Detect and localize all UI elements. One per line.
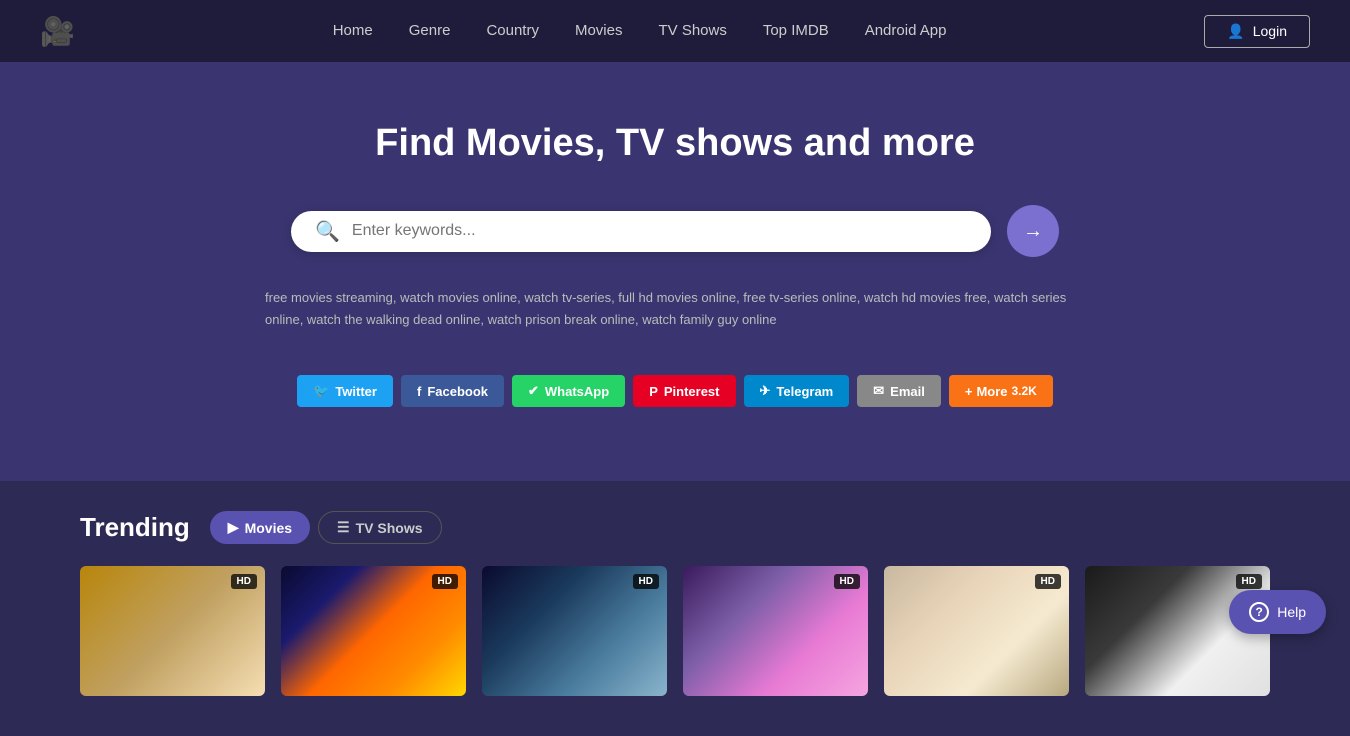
facebook-button[interactable]: f Facebook xyxy=(401,375,504,407)
pinterest-icon: P xyxy=(649,384,658,399)
help-button[interactable]: ? Help xyxy=(1229,590,1326,634)
hero-title: Find Movies, TV shows and more xyxy=(20,122,1330,165)
movie-card[interactable]: HD xyxy=(482,566,667,696)
logo-icon: 🎥 xyxy=(40,15,75,48)
social-bar: 🐦 Twitter f Facebook ✔ WhatsApp P Pinter… xyxy=(20,359,1330,431)
search-bar-wrap: 🔍 → xyxy=(20,205,1330,257)
arrow-right-icon: → xyxy=(1023,220,1043,243)
more-label: More xyxy=(976,384,1007,399)
nav-home[interactable]: Home xyxy=(333,22,373,39)
nav-genre[interactable]: Genre xyxy=(409,22,451,39)
search-bar: 🔍 xyxy=(291,211,991,252)
movie-card[interactable]: HD xyxy=(281,566,466,696)
play-icon: ▶ xyxy=(228,519,239,536)
more-icon: + xyxy=(965,384,973,399)
movie-card[interactable]: HD xyxy=(80,566,265,696)
trending-tabs: ▶ Movies ☰ TV Shows xyxy=(210,511,442,544)
tab-tvshows[interactable]: ☰ TV Shows xyxy=(318,511,441,544)
keywords-text: free movies streaming, watch movies onli… xyxy=(225,287,1125,331)
whatsapp-label: WhatsApp xyxy=(545,384,609,399)
navbar: 🎥 Home Genre Country Movies TV Shows Top… xyxy=(0,0,1350,62)
more-button[interactable]: + More 3.2K xyxy=(949,375,1053,407)
login-button[interactable]: 👤 Login xyxy=(1204,15,1310,48)
main-content: Trending ▶ Movies ☰ TV Shows HD HD HD xyxy=(0,481,1350,736)
nav-tvshows[interactable]: TV Shows xyxy=(658,22,726,39)
tab-movies-label: Movies xyxy=(245,520,292,536)
email-button[interactable]: ✉ Email xyxy=(857,375,941,407)
whatsapp-icon: ✔ xyxy=(528,383,539,399)
movie-grid: HD HD HD HD HD HD xyxy=(80,566,1270,696)
user-icon: 👤 xyxy=(1227,23,1244,40)
tab-movies[interactable]: ▶ Movies xyxy=(210,511,310,544)
help-icon: ? xyxy=(1249,602,1269,622)
trending-title: Trending xyxy=(80,512,190,543)
search-input[interactable] xyxy=(352,222,967,240)
telegram-label: Telegram xyxy=(776,384,833,399)
whatsapp-button[interactable]: ✔ WhatsApp xyxy=(512,375,625,407)
facebook-label: Facebook xyxy=(427,384,488,399)
hd-badge: HD xyxy=(834,574,860,589)
nav-androidapp[interactable]: Android App xyxy=(865,22,947,39)
hd-badge: HD xyxy=(633,574,659,589)
twitter-label: Twitter xyxy=(335,384,377,399)
nav-country[interactable]: Country xyxy=(486,22,539,39)
hd-badge: HD xyxy=(231,574,257,589)
nav-movies[interactable]: Movies xyxy=(575,22,623,39)
hero-section: Find Movies, TV shows and more 🔍 → free … xyxy=(0,62,1350,481)
hd-badge: HD xyxy=(1236,574,1262,589)
help-label: Help xyxy=(1277,604,1306,620)
pinterest-label: Pinterest xyxy=(664,384,720,399)
list-icon: ☰ xyxy=(337,519,350,536)
nav-topimdb[interactable]: Top IMDB xyxy=(763,22,829,39)
login-label: Login xyxy=(1253,23,1287,39)
hd-badge: HD xyxy=(1035,574,1061,589)
logo[interactable]: 🎥 xyxy=(40,15,75,48)
twitter-icon: 🐦 xyxy=(313,383,329,399)
pinterest-button[interactable]: P Pinterest xyxy=(633,375,735,407)
search-icon: 🔍 xyxy=(315,219,340,244)
email-icon: ✉ xyxy=(873,383,884,399)
more-count: 3.2K xyxy=(1012,384,1037,398)
movie-card[interactable]: HD xyxy=(884,566,1069,696)
email-label: Email xyxy=(890,384,925,399)
tab-tvshows-label: TV Shows xyxy=(356,520,423,536)
movie-card[interactable]: HD xyxy=(683,566,868,696)
search-button[interactable]: → xyxy=(1007,205,1059,257)
facebook-icon: f xyxy=(417,384,421,399)
telegram-icon: ✈ xyxy=(760,383,771,399)
telegram-button[interactable]: ✈ Telegram xyxy=(744,375,850,407)
hd-badge: HD xyxy=(432,574,458,589)
trending-header: Trending ▶ Movies ☰ TV Shows xyxy=(80,511,1270,544)
twitter-button[interactable]: 🐦 Twitter xyxy=(297,375,393,407)
nav-links: Home Genre Country Movies TV Shows Top I… xyxy=(333,22,947,40)
